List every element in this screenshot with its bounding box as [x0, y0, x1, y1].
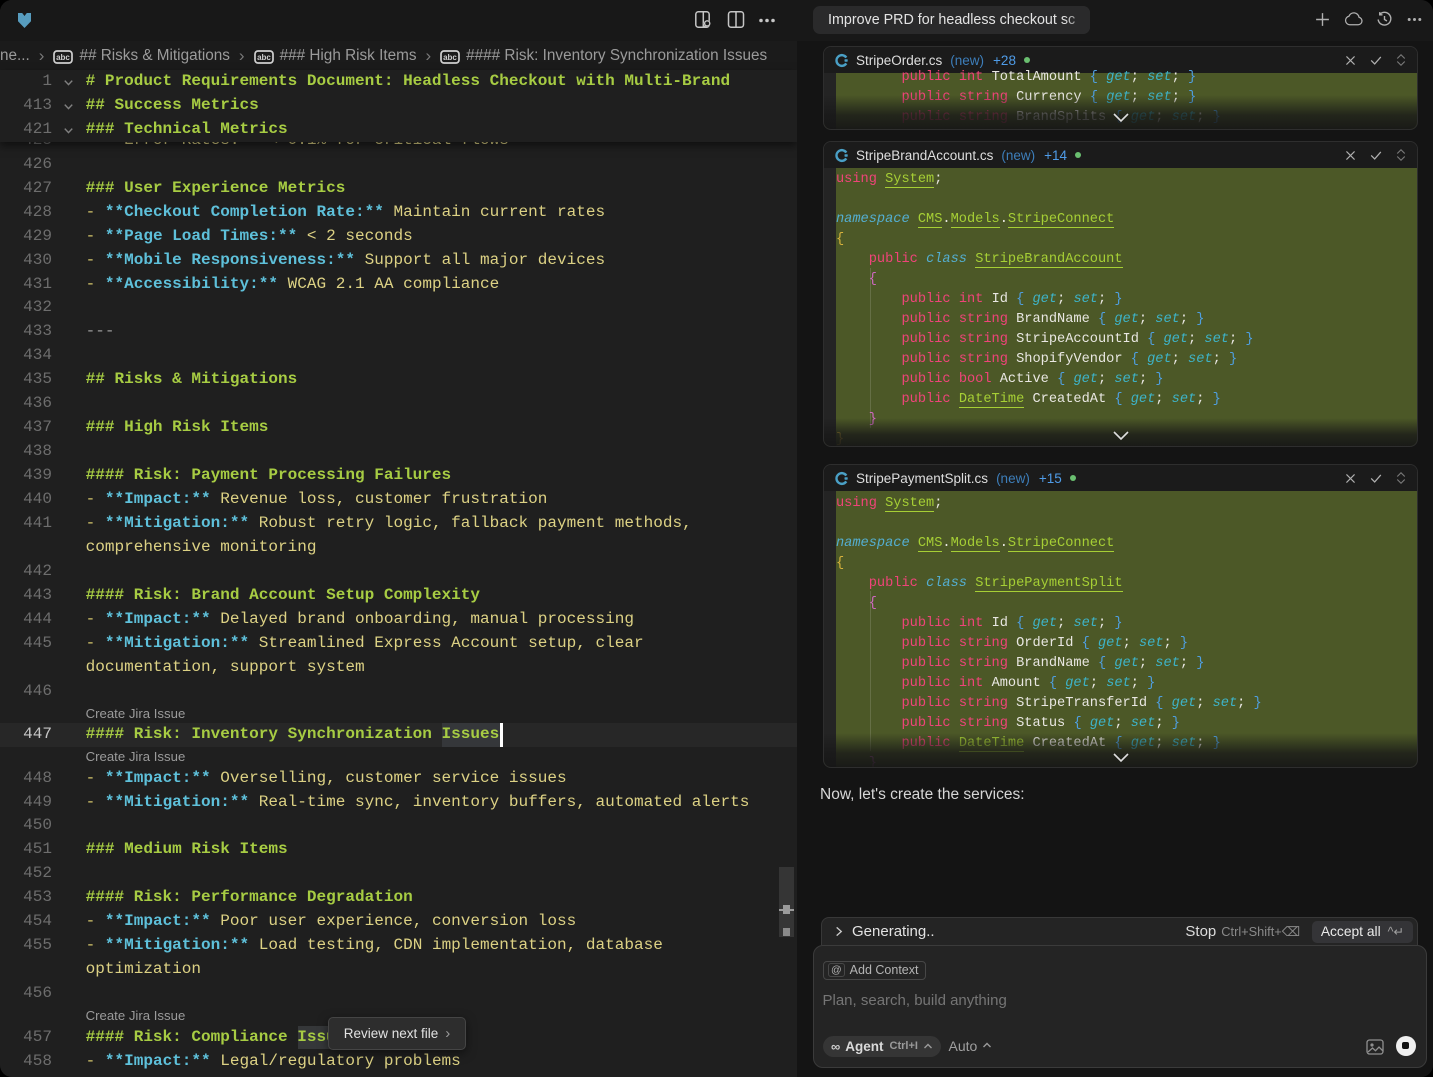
svg-text:abc: abc — [257, 53, 271, 62]
svg-text:abc: abc — [57, 53, 71, 62]
svg-text:abc: abc — [443, 53, 457, 62]
